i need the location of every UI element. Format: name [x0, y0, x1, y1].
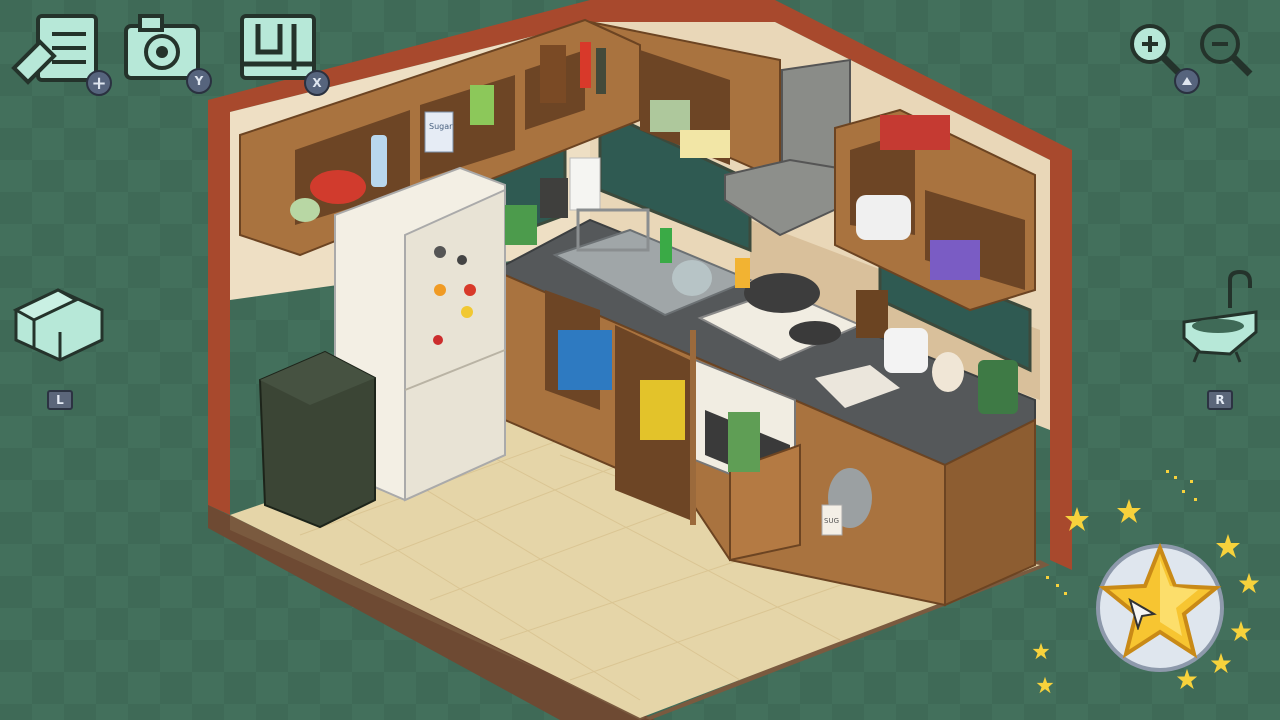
- rice-cooker: [884, 328, 928, 373]
- paper-towel: [569, 157, 601, 211]
- zoom-out-button[interactable]: [1196, 20, 1256, 80]
- mixing-bowl: [290, 198, 320, 222]
- complete-room-button[interactable]: [1094, 542, 1226, 674]
- knife-block: [856, 290, 888, 338]
- room-layout-button[interactable]: X: [238, 12, 330, 96]
- sparkle-star-icon: [1065, 507, 1089, 531]
- sparkle-star-icon: [1230, 620, 1252, 642]
- cutting-board: [680, 130, 730, 158]
- prev-room-button[interactable]: [6, 280, 110, 364]
- sugar-jar-label: SUG: [824, 517, 839, 525]
- kettle: [978, 360, 1018, 414]
- cleaning-bottles: [640, 380, 685, 440]
- colander: [310, 170, 366, 204]
- zoom-out-icon: [1200, 24, 1253, 77]
- wok: [744, 273, 820, 313]
- room-layout-key-badge: X: [304, 70, 330, 96]
- towel: [728, 412, 760, 472]
- spray-bottle: [735, 258, 750, 288]
- sparkle-dots-icon: [1166, 470, 1197, 501]
- sparkle-dots-icon: [1046, 576, 1067, 595]
- mop-handle: [690, 330, 696, 525]
- sparkle-star-icon: [1032, 642, 1050, 660]
- oil-bottle: [596, 48, 606, 94]
- prev-room-key: L: [47, 390, 73, 410]
- toaster: [505, 205, 537, 245]
- edit-list-button[interactable]: +: [10, 10, 112, 96]
- next-room-button[interactable]: [1180, 268, 1260, 368]
- sofa-icon: [12, 288, 104, 362]
- kitchen-room: Sugar SUG: [208, 0, 1072, 720]
- plates-stack: [856, 195, 911, 240]
- plus-icon: +: [86, 70, 112, 96]
- sparkle-star-icon: [1117, 499, 1141, 523]
- glasses: [650, 100, 690, 132]
- sugar-box: [424, 111, 454, 153]
- mugs: [930, 240, 980, 280]
- green-box: [470, 85, 494, 125]
- next-room-key: R: [1207, 390, 1233, 410]
- spice-rack: [540, 45, 566, 103]
- camera-button[interactable]: Y: [122, 12, 212, 94]
- triangle-icon: [1174, 68, 1200, 94]
- sparkle-star-icon: [1210, 652, 1232, 674]
- waffle-iron: [880, 115, 950, 150]
- storage-bin: [558, 330, 612, 390]
- dish-soap: [660, 228, 672, 263]
- trash-can: [258, 350, 376, 529]
- sparkle-star-icon: [1216, 534, 1240, 558]
- bathtub-icon: [1182, 269, 1258, 363]
- sparkle-star-icon: [1036, 676, 1054, 694]
- french-press: [540, 178, 568, 218]
- sugar-box-label: Sugar: [429, 122, 453, 131]
- game-scene: Sugar SUG + Y X L R: [0, 0, 1280, 720]
- pointer-cursor-icon: [1128, 598, 1157, 630]
- cookie-jar: [932, 352, 964, 392]
- sauce-bottle: [580, 42, 591, 88]
- sparkle-star-icon: [1176, 668, 1198, 690]
- sparkle-star-icon: [1238, 572, 1260, 594]
- camera-key-badge: Y: [186, 68, 212, 94]
- water-bottle: [371, 135, 387, 187]
- frying-pan: [789, 321, 841, 345]
